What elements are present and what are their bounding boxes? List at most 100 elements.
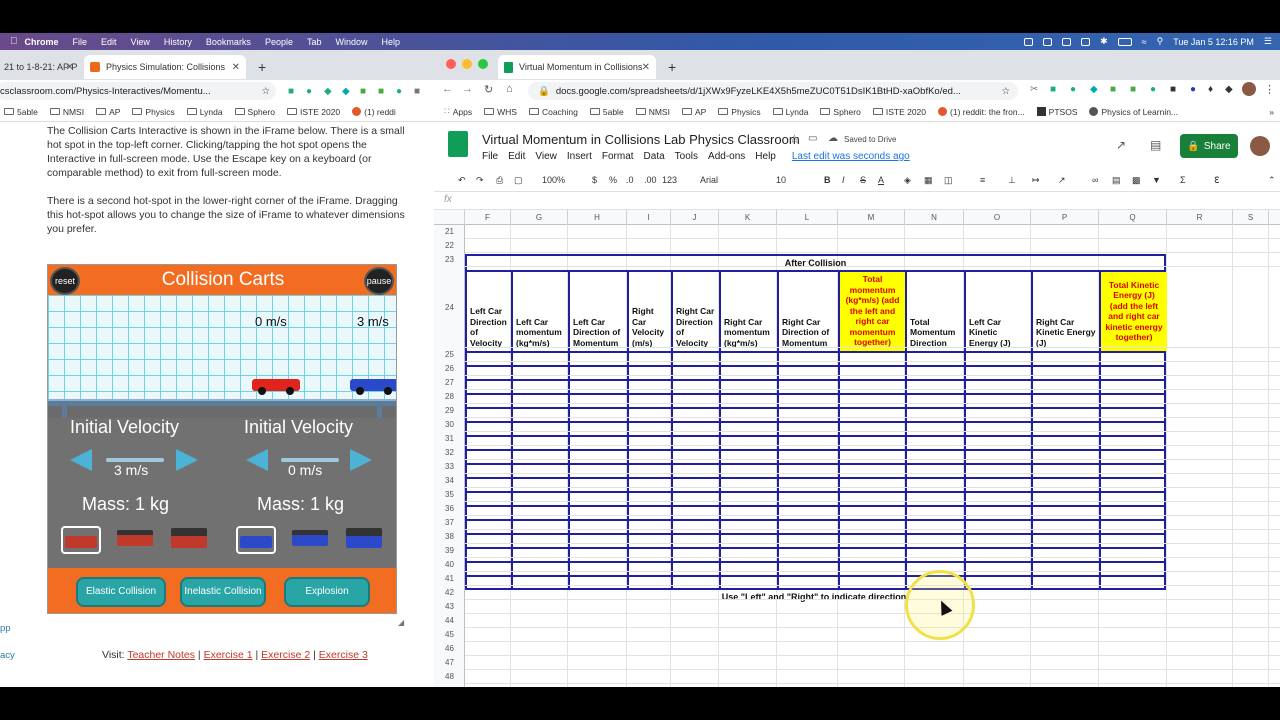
menu-edit[interactable]: Edit xyxy=(508,151,525,162)
column-header-h[interactable]: H xyxy=(568,210,627,225)
bookmark-item[interactable]: Lynda xyxy=(772,107,808,117)
column-header-i[interactable]: I xyxy=(627,210,671,225)
menu-history[interactable]: History xyxy=(164,37,192,47)
pause-button[interactable]: pause xyxy=(364,267,394,295)
extension-icon[interactable]: ● xyxy=(1150,84,1156,95)
row-header-21[interactable]: 21 xyxy=(434,227,465,236)
menu-file[interactable]: File xyxy=(73,37,88,47)
bookmark-item[interactable]: (1) reddi xyxy=(352,107,396,117)
profile-avatar[interactable] xyxy=(1242,82,1256,96)
chevron-right-icon[interactable]: » xyxy=(1269,107,1274,117)
tab-ap-physics[interactable]: 21 to 1-8-21: AP P ✕ xyxy=(0,55,80,79)
wifi-icon[interactable]: ≈ xyxy=(1142,37,1147,47)
insert-comment-icon[interactable]: ▤ xyxy=(1112,175,1121,186)
user-avatar[interactable] xyxy=(1250,136,1270,156)
exercise-1-link[interactable]: Exercise 1 xyxy=(204,649,253,661)
extension-icon[interactable]: ● xyxy=(1190,84,1196,95)
increase-decimal-button[interactable]: .00 xyxy=(644,175,657,185)
fill-color-icon[interactable]: ◈ xyxy=(904,175,911,186)
close-icon[interactable]: ✕ xyxy=(66,62,74,73)
redo-icon[interactable]: ↷ xyxy=(476,175,484,186)
row-header-42[interactable]: 42 xyxy=(434,588,465,597)
column-header-o[interactable]: O xyxy=(964,210,1031,225)
teacher-notes-link[interactable]: Teacher Notes xyxy=(127,649,195,661)
side-link[interactable]: pp xyxy=(0,622,11,636)
bookmark-item[interactable]: Coaching xyxy=(528,107,578,117)
functions-icon[interactable]: Σ xyxy=(1180,175,1186,185)
italic-icon[interactable]: I xyxy=(842,175,845,185)
right-increase-arrow-icon[interactable] xyxy=(350,449,372,471)
extension-icon[interactable]: ✂ xyxy=(1030,84,1038,95)
menu-help[interactable]: Help xyxy=(755,151,776,162)
red-cart[interactable] xyxy=(252,379,300,395)
row-header-48[interactable]: 48 xyxy=(434,672,465,681)
menu-help[interactable]: Help xyxy=(382,37,401,47)
right-url-field[interactable]: 🔒 docs.google.com/spreadsheets/d/1jXWx9F… xyxy=(528,82,1018,100)
bookmark-item[interactable]: NMSI xyxy=(635,107,670,117)
left-url-field[interactable]: csclassroom.com/Physics-Interactives/Mom… xyxy=(0,82,276,100)
row-header-26[interactable]: 26 xyxy=(434,364,465,373)
bookmark-item[interactable]: ISTE 2020 xyxy=(286,107,340,117)
reset-button[interactable]: reset xyxy=(50,267,80,295)
bookmark-item[interactable]: Sphero xyxy=(820,107,861,117)
row-header-24[interactable]: 24 xyxy=(434,303,465,312)
row-header-45[interactable]: 45 xyxy=(434,630,465,639)
vertical-align-icon[interactable]: ⊥ xyxy=(1008,175,1016,186)
column-header-p[interactable]: P xyxy=(1031,210,1099,225)
bookmark-item[interactable]: Sphero xyxy=(234,107,275,117)
merge-cells-icon[interactable]: ◫ xyxy=(944,175,953,186)
filter-icon[interactable]: ▼ xyxy=(1152,175,1161,185)
clock-text[interactable]: Tue Jan 5 12:16 PM xyxy=(1173,37,1254,47)
minimize-window-button[interactable] xyxy=(462,59,472,69)
bookmark-apps[interactable]: ∷ Apps xyxy=(444,106,472,117)
bluetooth-icon[interactable]: ✱ xyxy=(1100,36,1108,47)
bookmark-item[interactable]: 5able xyxy=(589,107,624,117)
left-decrease-arrow-icon[interactable] xyxy=(70,449,92,471)
menu-extra-icon[interactable]: ☰ xyxy=(1264,36,1272,47)
display-icon[interactable] xyxy=(1043,37,1053,46)
row-header-31[interactable]: 31 xyxy=(434,434,465,443)
menu-view[interactable]: View xyxy=(535,151,557,162)
bookmark-item[interactable]: 5able xyxy=(4,107,38,117)
menu-edit[interactable]: Edit xyxy=(101,37,117,47)
row-header-29[interactable]: 29 xyxy=(434,406,465,415)
explosion-button[interactable]: Explosion xyxy=(284,577,370,607)
row-header-44[interactable]: 44 xyxy=(434,616,465,625)
decrease-decimal-button[interactable]: .0 xyxy=(626,175,634,185)
home-icon[interactable]: ⌂ xyxy=(506,83,513,95)
bookmark-item[interactable]: AP xyxy=(96,107,120,117)
extension-icon[interactable]: ● xyxy=(396,86,402,97)
row-header-28[interactable]: 28 xyxy=(434,392,465,401)
close-icon[interactable]: ✕ xyxy=(232,62,240,73)
extension-icon[interactable]: ◆ xyxy=(1225,84,1233,95)
row-header-36[interactable]: 36 xyxy=(434,504,465,513)
exercise-2-link[interactable]: Exercise 2 xyxy=(261,649,310,661)
row-header-38[interactable]: 38 xyxy=(434,532,465,541)
bookmark-item[interactable]: Physics xyxy=(718,107,761,117)
menu-app-name[interactable]: Chrome xyxy=(25,37,59,47)
bookmark-item[interactable]: Lynda xyxy=(186,107,223,117)
more-menu-icon[interactable]: ⋮ xyxy=(1264,83,1275,96)
menu-view[interactable]: View xyxy=(131,37,150,47)
undo-icon[interactable]: ↶ xyxy=(458,175,466,186)
column-header-r[interactable]: R xyxy=(1167,210,1233,225)
side-link[interactable]: acy xyxy=(0,649,15,663)
resize-handle-icon[interactable]: ◢ xyxy=(398,616,404,630)
record-icon[interactable] xyxy=(1081,37,1091,46)
battery-icon[interactable] xyxy=(1117,37,1132,46)
column-header-s[interactable]: S xyxy=(1233,210,1269,225)
row-header-23[interactable]: 23 xyxy=(434,255,465,264)
right-mass-option-2kg[interactable] xyxy=(290,526,330,554)
menu-data[interactable]: Data xyxy=(644,151,665,162)
sheets-logo-icon[interactable] xyxy=(448,131,468,157)
extension-icon[interactable]: ■ xyxy=(378,86,384,97)
elastic-collision-button[interactable]: Elastic Collision xyxy=(76,577,166,607)
extension-icon[interactable]: ■ xyxy=(414,86,420,97)
extension-icon[interactable]: ◆ xyxy=(324,86,332,97)
star-icon[interactable]: ☆ xyxy=(789,132,800,146)
currency-format-button[interactable]: $ xyxy=(592,175,597,185)
bookmark-item[interactable]: WHS xyxy=(484,107,517,117)
column-header-k[interactable]: K xyxy=(719,210,777,225)
extension-icon[interactable]: ■ xyxy=(1130,84,1136,95)
menu-file[interactable]: File xyxy=(482,151,498,162)
